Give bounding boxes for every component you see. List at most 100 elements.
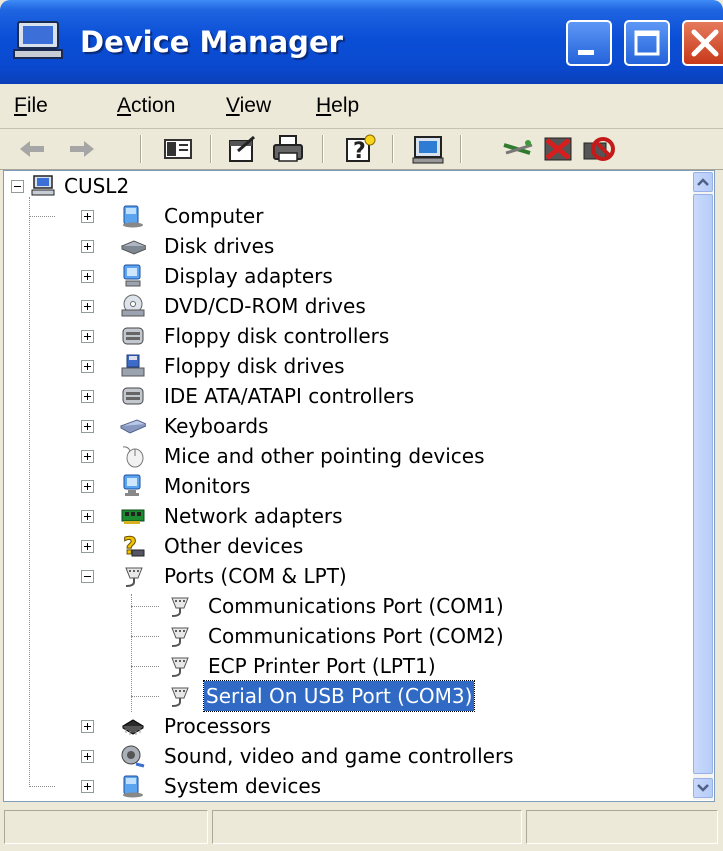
expand-toggle[interactable] xyxy=(81,330,94,343)
tree-category-label: Disk drives xyxy=(164,234,275,258)
uninstall-button[interactable] xyxy=(540,131,576,167)
tree-category-other-devices[interactable]: ? Other devices xyxy=(4,531,694,561)
maximize-icon xyxy=(634,30,660,56)
computer-icon xyxy=(120,204,146,228)
expand-toggle[interactable] xyxy=(81,480,94,493)
tree-category-keyboards[interactable]: Keyboards xyxy=(4,411,694,441)
tree-category-label: Network adapters xyxy=(164,504,343,528)
scan-hardware-button[interactable] xyxy=(410,131,446,167)
vertical-scrollbar[interactable] xyxy=(693,172,713,800)
expand-toggle[interactable] xyxy=(81,540,94,553)
expand-toggle[interactable] xyxy=(81,390,94,403)
update-driver-icon xyxy=(503,140,533,155)
print-button[interactable] xyxy=(270,131,306,167)
tree-category-network-adapters[interactable]: Network adapters xyxy=(4,501,694,531)
unknown-device-icon: ? xyxy=(120,532,146,561)
tree-category-display-adapters[interactable]: Display adapters xyxy=(4,261,694,291)
minimize-icon xyxy=(578,50,594,55)
collapse-toggle[interactable] xyxy=(11,180,24,193)
toolbar: ? xyxy=(0,129,723,170)
expand-toggle[interactable] xyxy=(81,510,94,523)
expand-toggle[interactable] xyxy=(81,240,94,253)
expand-toggle[interactable] xyxy=(81,300,94,313)
disable-button[interactable] xyxy=(580,131,616,167)
tree-connector-line xyxy=(131,696,159,697)
expand-toggle[interactable] xyxy=(81,750,94,763)
scroll-up-button[interactable] xyxy=(693,172,713,192)
menu-file[interactable]: File xyxy=(14,84,48,128)
tree-category-label: Monitors xyxy=(164,474,251,498)
device-tree[interactable]: CUSL2 Computer Disk drives Display adapt… xyxy=(3,170,715,802)
close-button[interactable] xyxy=(682,20,723,66)
expand-toggle[interactable] xyxy=(81,450,94,463)
monitor-icon xyxy=(120,474,146,498)
processor-icon xyxy=(120,714,146,738)
tree-connector-line xyxy=(131,606,159,607)
update-driver-button[interactable] xyxy=(500,131,536,167)
menu-help[interactable]: Help xyxy=(316,84,359,128)
tree-category-ports[interactable]: Ports (COM & LPT) xyxy=(4,561,694,591)
minimize-button[interactable] xyxy=(566,20,612,66)
cd-drive-icon xyxy=(120,294,146,318)
tree-device-com3[interactable]: Serial On USB Port (COM3) xyxy=(4,680,694,712)
menu-view[interactable]: View xyxy=(226,84,271,128)
tree-category-computer[interactable]: Computer xyxy=(4,201,694,231)
tree-category-sound-video-game[interactable]: Sound, video and game controllers xyxy=(4,741,694,771)
expand-toggle[interactable] xyxy=(81,360,94,373)
show-hide-console-tree-button[interactable] xyxy=(160,131,196,167)
port-icon xyxy=(166,594,192,618)
tree-category-label: IDE ATA/ATAPI controllers xyxy=(164,384,415,408)
tree-category-mice[interactable]: Mice and other pointing devices xyxy=(4,441,694,471)
tree-category-processors[interactable]: Processors xyxy=(4,711,694,741)
tree-connector-line xyxy=(29,216,55,217)
menu-action[interactable]: Action xyxy=(117,84,175,128)
tree-category-ide-controllers[interactable]: IDE ATA/ATAPI controllers xyxy=(4,381,694,411)
tree-category-dvd-cd-rom-drives[interactable]: DVD/CD-ROM drives xyxy=(4,291,694,321)
collapse-toggle[interactable] xyxy=(81,570,94,583)
tree-device-lpt1[interactable]: ECP Printer Port (LPT1) xyxy=(4,651,694,681)
menu-file-accel: F xyxy=(14,94,27,117)
title-bar[interactable]: Device Manager xyxy=(0,0,723,84)
tree-device-com1[interactable]: Communications Port (COM1) xyxy=(4,591,694,621)
scroll-down-button[interactable] xyxy=(693,778,713,798)
tree-category-label: Display adapters xyxy=(164,264,333,288)
toolbar-separator xyxy=(210,135,212,163)
svg-text:?: ? xyxy=(353,139,366,164)
tree-category-monitors[interactable]: Monitors xyxy=(4,471,694,501)
help-button[interactable]: ? xyxy=(342,131,378,167)
toolbar-separator xyxy=(140,135,142,163)
chevron-up-icon xyxy=(697,178,709,186)
toolbar-separator xyxy=(392,135,394,163)
expand-toggle[interactable] xyxy=(81,270,94,283)
print-icon xyxy=(273,135,303,162)
display-adapter-icon xyxy=(120,264,146,288)
expand-toggle[interactable] xyxy=(81,210,94,223)
tree-category-disk-drives[interactable]: Disk drives xyxy=(4,231,694,261)
expand-toggle[interactable] xyxy=(81,720,94,733)
properties-icon xyxy=(229,135,255,162)
expand-toggle[interactable] xyxy=(81,420,94,433)
tree-root[interactable]: CUSL2 xyxy=(4,171,694,201)
scroll-thumb[interactable] xyxy=(693,194,713,774)
tree-category-label: Computer xyxy=(164,204,264,228)
sound-icon xyxy=(120,744,146,768)
properties-button[interactable] xyxy=(224,131,260,167)
back-button[interactable] xyxy=(14,131,50,167)
forward-button[interactable] xyxy=(64,131,100,167)
tree-category-floppy-disk-controllers[interactable]: Floppy disk controllers xyxy=(4,321,694,351)
menu-help-accel: H xyxy=(316,94,332,117)
status-pane xyxy=(4,810,208,844)
maximize-button[interactable] xyxy=(624,20,670,66)
menu-action-accel: A xyxy=(117,94,132,117)
port-icon xyxy=(166,684,192,708)
tree-category-floppy-disk-drives[interactable]: Floppy disk drives xyxy=(4,351,694,381)
tree-device-com2[interactable]: Communications Port (COM2) xyxy=(4,621,694,651)
uninstall-icon xyxy=(544,137,572,161)
computer-icon xyxy=(12,20,68,64)
tree-category-system-devices[interactable]: System devices xyxy=(4,771,694,801)
controller-icon xyxy=(120,324,146,348)
tree-device-label: Communications Port (COM1) xyxy=(208,594,504,618)
menu-file-label: ile xyxy=(26,94,48,117)
expand-toggle[interactable] xyxy=(81,780,94,793)
menu-action-label: ction xyxy=(131,94,176,117)
